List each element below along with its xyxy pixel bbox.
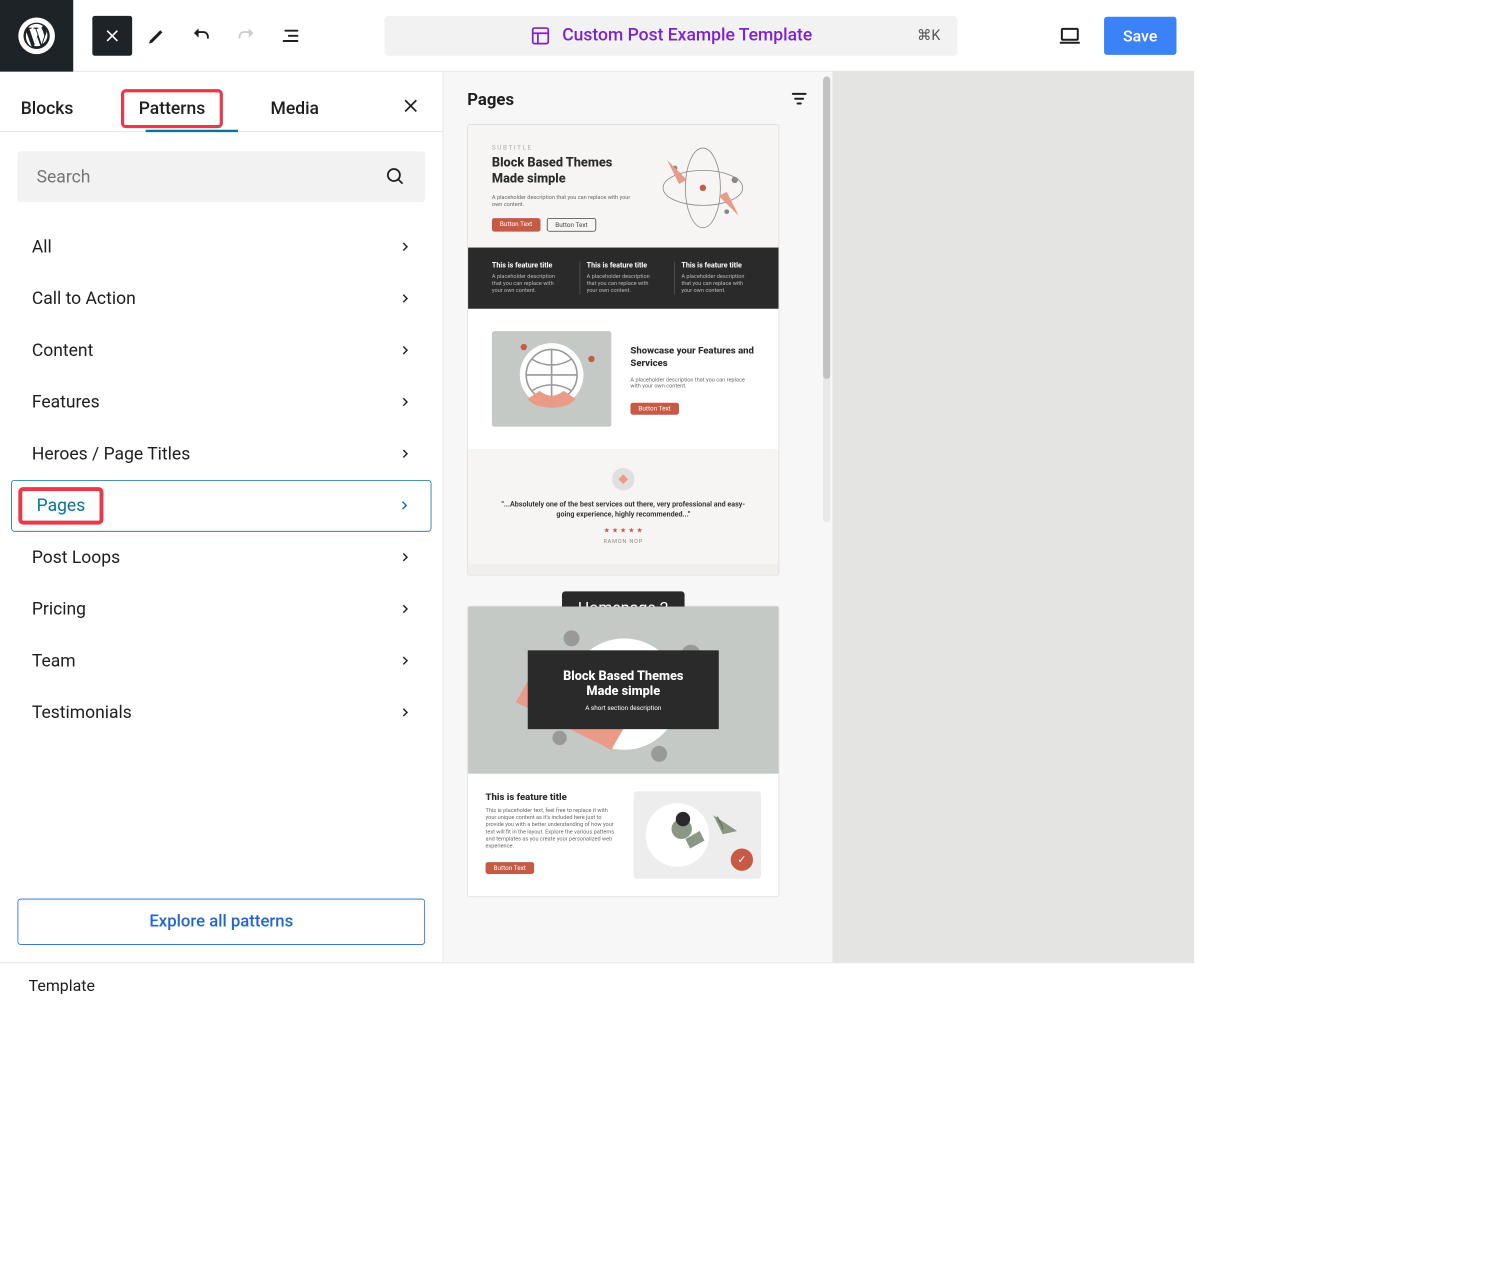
template-title: Custom Post Example Template [562,25,812,45]
chevron-right-icon [400,548,411,568]
search-icon [385,166,406,187]
category-pricing[interactable]: Pricing [11,583,431,635]
tab-underline [146,130,238,132]
pattern-preview-1[interactable]: SUBTITLE Block Based Themes Made simple … [467,124,779,575]
pattern-category-list: All Call to Action Content Features Hero… [0,221,443,881]
chevron-right-icon [400,599,411,619]
layout-icon [530,25,551,46]
chevron-right-icon [400,341,411,361]
feature-illustration: ✓ [634,791,761,879]
pencil-icon [146,25,167,46]
top-toolbar: Custom Post Example Template ⌘K Save [0,0,1194,72]
filter-icon [790,89,809,108]
chevron-right-icon [400,237,411,257]
tab-patterns[interactable]: Patterns [121,89,223,128]
tab-blocks[interactable]: Blocks [18,86,77,131]
category-content[interactable]: Content [11,325,431,377]
explore-all-patterns-button[interactable]: Explore all patterns [18,899,426,945]
close-icon [401,96,420,115]
category-all[interactable]: All [11,221,431,273]
chevron-right-icon [400,392,411,412]
pattern-preview-panel: Pages SUBTITLE Block Based Themes Made s… [443,72,833,963]
category-features[interactable]: Features [11,377,431,429]
breadcrumb[interactable]: Template [29,975,95,994]
close-inserter-button[interactable] [401,96,420,121]
category-heroes[interactable]: Heroes / Page Titles [11,428,431,480]
category-post-loops[interactable]: Post Loops [11,532,431,584]
inserter-tabs: Blocks Patterns Media [0,72,443,132]
save-button[interactable]: Save [1104,16,1177,54]
undo-button[interactable] [181,16,221,56]
close-editor-button[interactable] [92,16,132,56]
wordpress-icon [18,17,55,54]
chevron-right-icon [400,651,411,671]
chevron-right-icon [400,289,411,309]
list-icon [280,25,301,46]
scrollbar[interactable] [823,76,830,522]
category-testimonials[interactable]: Testimonials [11,687,431,739]
redo-icon [235,24,257,46]
device-icon [1058,23,1082,47]
close-icon [103,27,121,45]
testimonial-avatar [612,468,634,490]
inserter-sidebar: Blocks Patterns Media All Call to Action… [0,72,443,963]
scrollbar-thumb[interactable] [823,76,830,378]
editor-canvas[interactable] [833,72,1194,963]
tab-media[interactable]: Media [267,86,322,131]
chevron-right-icon [400,444,411,464]
filter-button[interactable] [790,89,809,111]
chevron-right-icon [400,703,411,723]
pattern-search[interactable] [18,151,426,202]
template-title-bar[interactable]: Custom Post Example Template ⌘K [385,16,958,56]
hero-illustration [651,144,754,232]
view-button[interactable] [1050,16,1090,56]
bottom-breadcrumb-bar: Template [0,962,1194,1007]
showcase-illustration [492,332,611,428]
document-overview-button[interactable] [271,16,311,56]
category-call-to-action[interactable]: Call to Action [11,273,431,325]
edit-button[interactable] [137,16,177,56]
undo-icon [190,24,212,46]
wordpress-logo[interactable] [0,0,73,71]
redo-button[interactable] [226,16,266,56]
category-team[interactable]: Team [11,635,431,687]
category-pages[interactable]: Pages [11,480,431,532]
check-badge-icon: ✓ [731,848,753,870]
search-input[interactable] [37,167,386,187]
category-title: Pages [467,91,514,110]
chevron-right-icon [399,496,410,516]
pattern-preview-2[interactable]: Block Based Themes Made simple A short s… [467,605,779,896]
command-shortcut: ⌘K [917,27,940,44]
